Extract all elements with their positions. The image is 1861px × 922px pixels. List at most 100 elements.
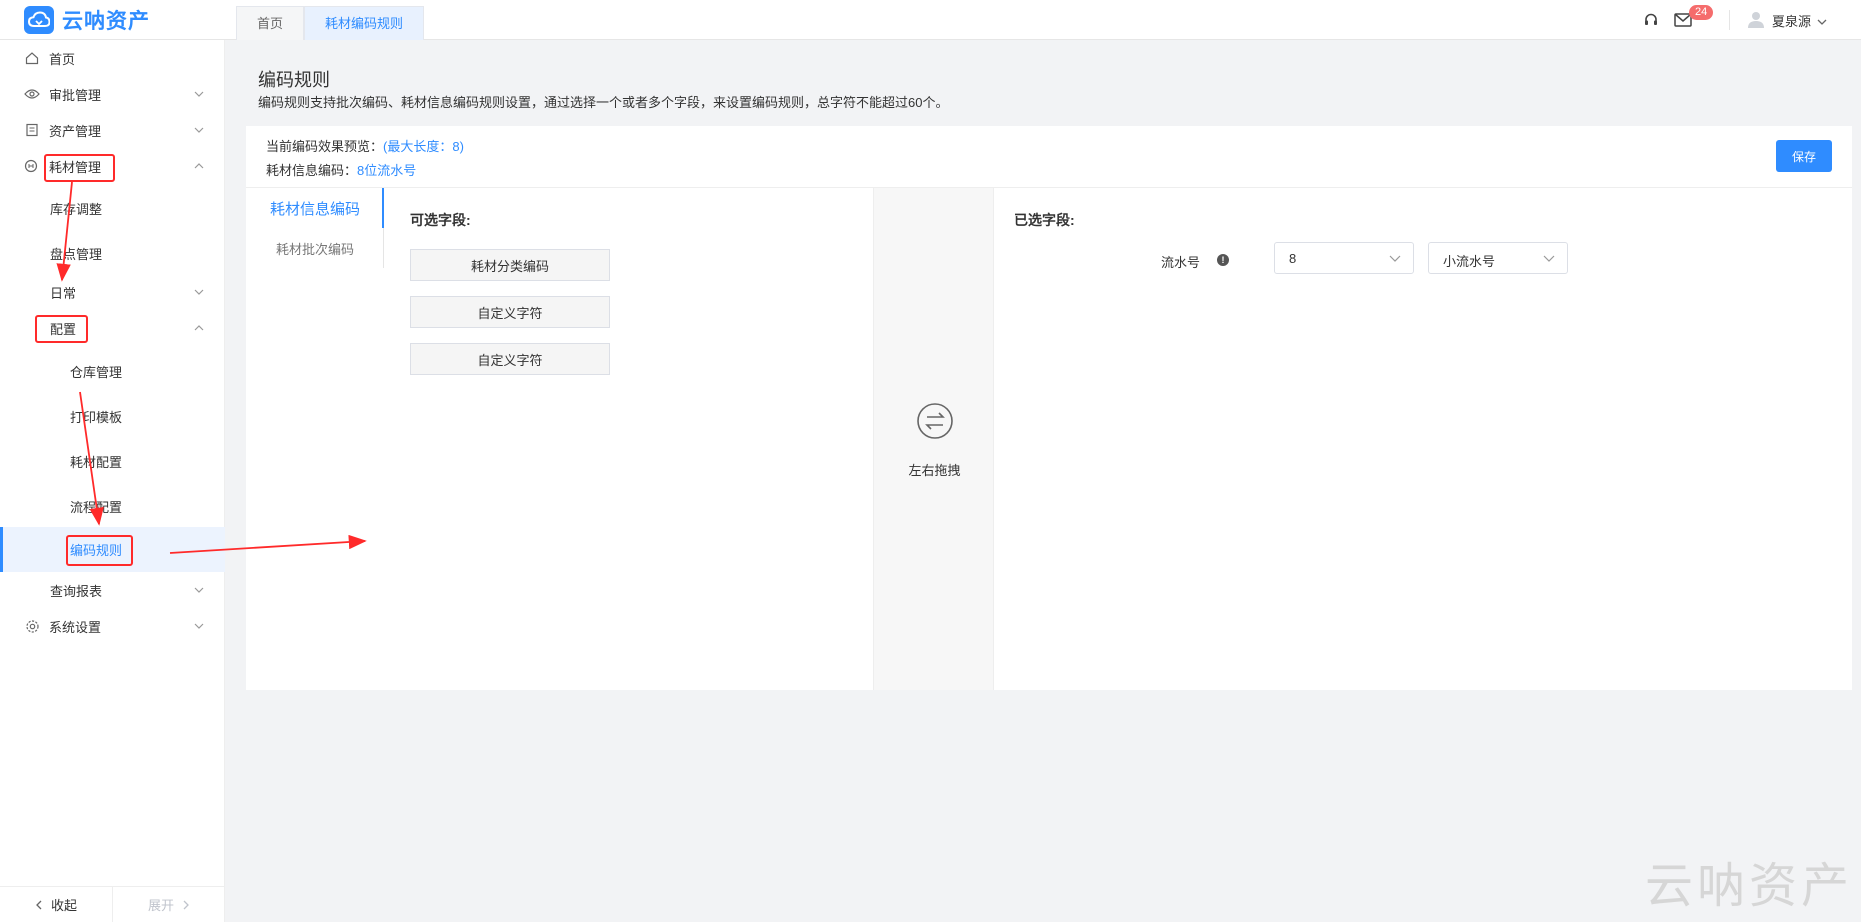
tab-label: 耗材批次编码 (275, 241, 354, 257)
sidebar-item-label: 打印模板 (70, 409, 123, 425)
mail-icon[interactable]: 24 (1673, 5, 1714, 30)
chevron-left-icon (36, 900, 42, 909)
annotation-box-code-rule (66, 535, 133, 566)
tab-consumable-info-code[interactable]: 耗材信息编码 (246, 188, 384, 228)
chevron-down-icon (1817, 13, 1827, 28)
sidebar-item-label: 库存调整 (50, 201, 103, 217)
chevron-right-icon (183, 900, 189, 909)
sidebar-item-label: 审批管理 (49, 87, 102, 103)
expand-button[interactable]: 展开 (113, 887, 225, 922)
sidebar-item-print-template[interactable]: 打印模板 (0, 398, 225, 434)
selected-fields-title: 已选字段: (1014, 212, 1075, 228)
sidebar-item-daily[interactable]: 日常 (0, 274, 225, 310)
selected-fields-panel: 已选字段: 流水号 ! 8 小流水号 (994, 188, 1852, 690)
sidebar-item-label: 资产管理 (49, 123, 102, 139)
collapse-label: 收起 (50, 898, 77, 913)
watermark: 云呐资产 (1644, 858, 1853, 914)
user-name: 夏泉源 (1771, 13, 1811, 29)
tab-consumable-batch-code[interactable]: 耗材批次编码 (246, 228, 384, 268)
available-fields-panel: 可选字段: 耗材分类编码 自定义字符 自定义字符 (384, 188, 873, 690)
drag-label: 左右拖拽 (908, 463, 961, 478)
chevron-down-icon (194, 289, 204, 295)
code-rule-card: 当前编码效果预览：(最大长度：8) 耗材信息编码：8位流水号 保存 耗材信息编码… (246, 126, 1852, 690)
preview-panel: 当前编码效果预览：(最大长度：8) 耗材信息编码：8位流水号 保存 (246, 126, 1852, 188)
collapse-button[interactable]: 收起 (0, 887, 113, 922)
info-icon[interactable]: ! (1217, 254, 1229, 266)
app-logo[interactable]: 云呐资产 (24, 6, 150, 34)
length-select-value: 8 (1289, 251, 1297, 266)
chevron-down-icon (194, 587, 204, 593)
sidebar-item-label: 首页 (49, 51, 76, 67)
available-field[interactable]: 自定义字符 (410, 343, 610, 375)
asset-icon (24, 122, 40, 138)
sidebar-item-label: 系统设置 (49, 619, 102, 635)
sidebar-item-home[interactable]: 首页 (0, 40, 225, 76)
chevron-up-icon (194, 325, 204, 331)
gear-icon (24, 618, 40, 634)
tab-home[interactable]: 首页 (236, 6, 305, 40)
sidebar-item-consumable-config[interactable]: 耗材配置 (0, 443, 225, 479)
sidebar-item-label: 流程配置 (70, 499, 123, 515)
tab-label: 耗材信息编码 (269, 200, 360, 218)
rule-type-tabs: 耗材信息编码 耗材批次编码 (246, 188, 384, 690)
sidebar-item-reports[interactable]: 查询报表 (0, 572, 225, 608)
sidebar-item-system-settings[interactable]: 系统设置 (0, 608, 225, 644)
info-code-line: 耗材信息编码：8位流水号 (266, 160, 416, 179)
sidebar-item-stock-adjust[interactable]: 库存调整 (0, 190, 225, 226)
preview-label: 当前编码效果预览： (266, 139, 384, 154)
page-tabs: 首页 耗材编码规则 (236, 6, 425, 40)
preview-max-length: (最大长度：8) (383, 139, 464, 154)
chevron-down-icon (194, 91, 204, 97)
sidebar-item-label: 盘点管理 (50, 246, 103, 262)
chevron-down-icon (1543, 255, 1555, 262)
sidebar-item-approval[interactable]: 审批管理 (0, 76, 225, 112)
top-header: 云呐资产 首页 耗材编码规则 24 夏泉源 (0, 0, 1861, 40)
sidebar-item-warehouse[interactable]: 仓库管理 (0, 353, 225, 389)
annotation-box-config (35, 315, 88, 343)
length-select[interactable]: 8 (1274, 242, 1414, 274)
sidebar-item-label: 仓库管理 (70, 364, 123, 380)
drag-zone: 左右拖拽 (873, 188, 994, 690)
headset-support-icon[interactable] (1641, 10, 1661, 30)
eye-icon (24, 86, 40, 102)
sidebar-item-workflow[interactable]: 流程配置 (0, 488, 225, 524)
sidebar-item-inventory[interactable]: 盘点管理 (0, 235, 225, 271)
serial-number-label: 流水号 (1161, 255, 1201, 270)
available-field[interactable]: 耗材分类编码 (410, 249, 610, 281)
user-menu[interactable]: 夏泉源 (1746, 9, 1827, 32)
header-actions: 24 夏泉源 (1641, 0, 1827, 40)
main-content: 编码规则 编码规则支持批次编码、耗材信息编码规则设置，通过选择一个或者多个字段，… (234, 48, 1861, 922)
info-code-value: 8位流水号 (357, 163, 417, 178)
info-code-label: 耗材信息编码： (266, 163, 358, 178)
preview-line: 当前编码效果预览：(最大长度：8) (266, 136, 464, 155)
save-button[interactable]: 保存 (1776, 140, 1832, 172)
page-title: 编码规则 (258, 70, 330, 90)
sidebar-footer: 收起 展开 (0, 886, 225, 922)
chevron-down-icon (1389, 255, 1401, 262)
sidebar-item-label: 日常 (50, 285, 77, 301)
notification-badge: 24 (1688, 5, 1714, 20)
app-name: 云呐资产 (62, 10, 150, 33)
sidebar-item-asset[interactable]: 资产管理 (0, 112, 225, 148)
serial-type-select[interactable]: 小流水号 (1428, 242, 1568, 274)
consumables-icon (24, 158, 40, 174)
available-fields-title: 可选字段: (410, 212, 471, 228)
home-icon (24, 50, 40, 66)
page-description: 编码规则支持批次编码、耗材信息编码规则设置，通过选择一个或者多个字段，来设置编码… (258, 95, 949, 110)
chevron-up-icon (194, 163, 204, 169)
sidebar-item-label: 耗材配置 (70, 454, 123, 470)
tab-consumable-code-rule[interactable]: 耗材编码规则 (304, 6, 425, 40)
annotation-box-consumables (44, 154, 115, 182)
cloud-logo-icon (24, 6, 54, 34)
user-avatar-icon (1746, 9, 1766, 32)
active-indicator (0, 527, 3, 572)
swap-arrows-icon (917, 403, 953, 439)
sidebar-item-config[interactable]: 配置 (0, 310, 225, 346)
chevron-down-icon (194, 623, 204, 629)
expand-label: 展开 (147, 898, 174, 913)
serial-type-select-value: 小流水号 (1443, 254, 1496, 269)
chevron-down-icon (194, 127, 204, 133)
available-field[interactable]: 自定义字符 (410, 296, 610, 328)
sidebar: 首页 审批管理 资产管理 耗材管理 库存调整 盘点管理 日常 配置 仓库管理 打… (0, 40, 225, 922)
header-divider (1728, 10, 1730, 30)
